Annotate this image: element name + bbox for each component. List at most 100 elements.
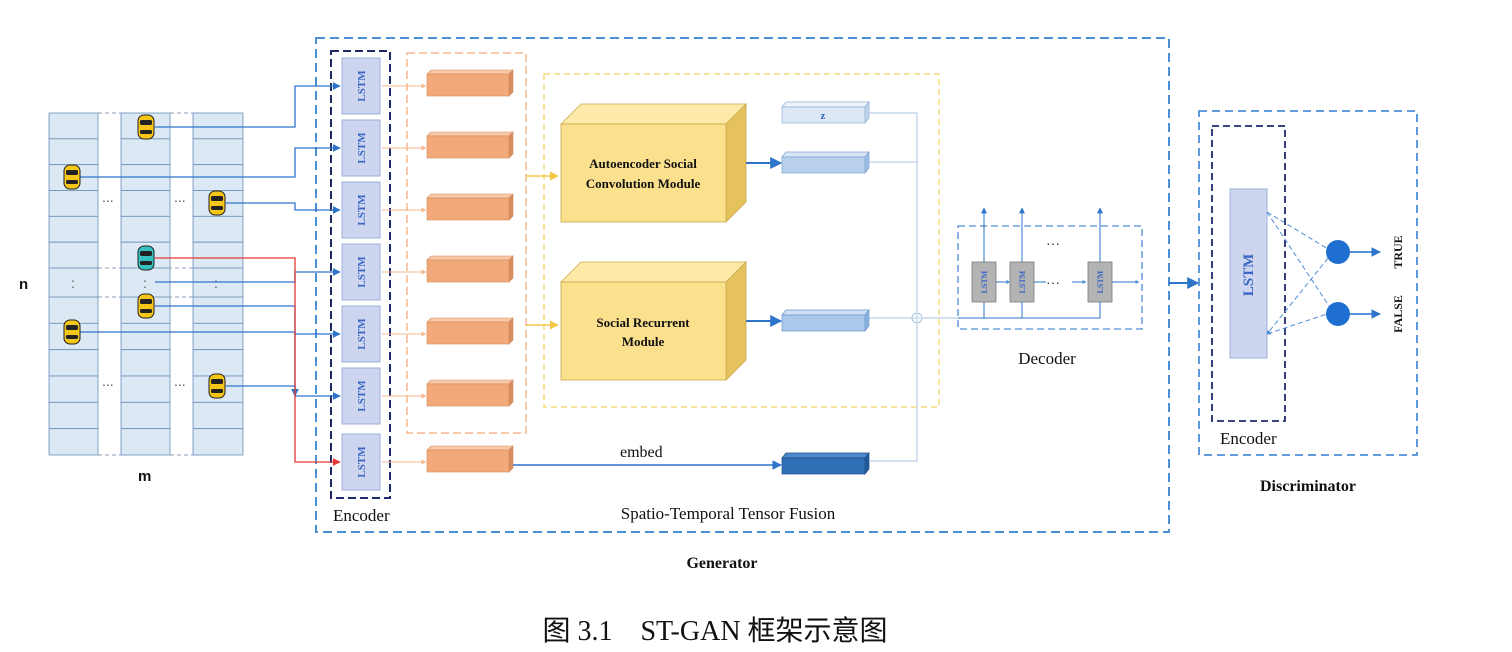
discriminator-caption: Discriminator [1260, 478, 1356, 495]
embedding-block [382, 317, 514, 345]
grid-label-m: m [138, 468, 151, 485]
discriminator-connections [1266, 211, 1334, 335]
grid-vellipsis-1: : [71, 275, 75, 291]
car-icon [63, 319, 81, 345]
encoder-lstm-label: LSTM [356, 70, 368, 102]
social-recurrent-module: Social Recurrent Module [560, 261, 747, 381]
car-icon [63, 164, 81, 190]
input-arrow-5 [155, 305, 341, 338]
true-output-node [1326, 240, 1350, 264]
embedding-block [382, 193, 514, 221]
car-icon [208, 373, 226, 399]
lane-cell [192, 215, 244, 243]
lane-cell [120, 428, 171, 456]
input-arrow-1 [155, 82, 341, 128]
lane-cell [120, 138, 171, 166]
figure-caption: 图 3.1 ST-GAN 框架示意图 [542, 615, 887, 647]
input-arrow-4 [155, 268, 341, 283]
lane-cell [48, 296, 99, 324]
embedding-blocks [382, 69, 514, 473]
lane-cell [192, 241, 244, 269]
encoder-lstm-label: LSTM [356, 132, 368, 164]
encoder-lstm-cell: LSTM [341, 243, 381, 301]
fusion-lines [869, 112, 958, 462]
fusion-caption: Spatio-Temporal Tensor Fusion [621, 504, 836, 523]
embedding-block [382, 69, 514, 97]
lane-cell [120, 215, 171, 243]
lane-cell [48, 401, 99, 430]
decoder-lstm-label: LSTM [1096, 270, 1105, 293]
decoder-dots-top: ··· [1046, 235, 1060, 251]
lane-cell [48, 349, 99, 377]
lane-cell [192, 296, 244, 324]
encoder-lstm-label: LSTM [356, 194, 368, 226]
grid-ellipsis-2: ... [174, 189, 186, 205]
encoder-lstm-label: LSTM [356, 380, 368, 412]
grid-vellipsis-3: : [214, 275, 218, 291]
recurrent-output-bar [781, 309, 870, 332]
embedding-block [382, 445, 514, 473]
lane-cell [48, 190, 99, 217]
encoder-lstm-cell: LSTM [341, 367, 381, 425]
st-gan-framework-diagram: ... ... ... ... : : : n m LSTMLSTMLSTMLS… [19, 37, 1418, 647]
grid-ellipsis-3: ... [102, 373, 114, 389]
grid-ellipsis-1: ... [102, 189, 114, 205]
generator-caption: Generator [686, 555, 757, 572]
car-icon [137, 293, 155, 319]
lane-cell [48, 215, 99, 243]
decoder-lstm-label: LSTM [1018, 270, 1027, 293]
recurrent-label-line2: Module [622, 334, 665, 349]
decoder-lstm-cell: LSTM [971, 261, 997, 303]
decoder-lstm-label: LSTM [980, 270, 989, 293]
encoder-lstm-label: LSTM [356, 446, 368, 478]
decoder-lstm-cell: LSTM [1009, 261, 1035, 303]
lane-cell [192, 349, 244, 377]
z-noise-bar: z [781, 101, 870, 124]
grid-label-n: n [19, 276, 28, 293]
false-output-node [1326, 302, 1350, 326]
grid-ellipsis-4: ... [174, 373, 186, 389]
encoder-lstm-cell: LSTM [341, 119, 381, 177]
encoder-lstm-cells: LSTM LSTM LSTM LSTM LSTM LSTM LSTM [341, 57, 381, 491]
true-label: TRUE [1391, 235, 1405, 268]
lane-column [192, 112, 244, 456]
embed-label: embed [620, 444, 663, 461]
false-label: FALSE [1391, 295, 1405, 333]
conv-output-bar [781, 151, 870, 174]
decoder-caption: Decoder [1018, 349, 1076, 368]
decoder-lstm-cell: LSTM [1087, 261, 1113, 303]
autoencoder-label-line1: Autoencoder Social [589, 156, 697, 171]
embed-bar [781, 452, 870, 475]
input-arrow-target-vehicle [155, 257, 341, 466]
encoder-lstm-label: LSTM [356, 256, 368, 288]
target-car-icon [137, 245, 155, 271]
lane-cell [48, 241, 99, 269]
discriminator-lstm-label: LSTM [1241, 254, 1257, 297]
road-grid: ... ... ... ... : : : n m [19, 112, 244, 485]
discriminator-encoder-caption: Encoder [1220, 429, 1277, 448]
decoder-dots-mid: ··· [1046, 274, 1060, 290]
lane-cell [48, 138, 99, 166]
embedding-box [406, 52, 527, 434]
encoder-lstm-cell: LSTM [341, 181, 381, 239]
lane-cell [120, 375, 171, 403]
encoder-lstm-label: LSTM [356, 318, 368, 350]
lane-cell [120, 401, 171, 430]
embedding-block [382, 131, 514, 159]
encoder-lstm-cell: LSTM [341, 305, 381, 363]
lane-cell [192, 322, 244, 351]
lane-cell [192, 401, 244, 430]
grid-vellipsis-2: : [143, 275, 147, 291]
recurrent-label-line1: Social Recurrent [596, 315, 690, 330]
encoder-lstm-cell: LSTM [341, 57, 381, 115]
lane-cell [120, 322, 171, 351]
lane-cell [192, 138, 244, 166]
car-icon [137, 114, 155, 140]
lane-cell [48, 375, 99, 403]
car-icon [208, 190, 226, 216]
embedding-block [382, 379, 514, 407]
lane-cell [192, 428, 244, 456]
encoder-lstm-cell: LSTM [341, 433, 381, 491]
lane-cell [48, 112, 99, 140]
lane-cell [48, 428, 99, 456]
